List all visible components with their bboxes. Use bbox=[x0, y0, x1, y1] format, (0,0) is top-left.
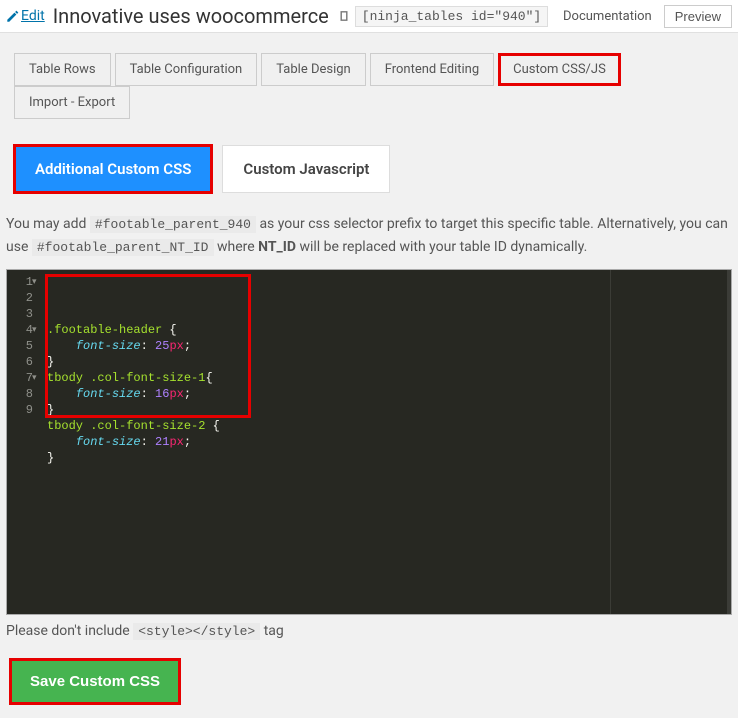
editor-ruler bbox=[610, 270, 611, 614]
documentation-link[interactable]: Documentation bbox=[563, 9, 652, 24]
editor-scrollbar[interactable] bbox=[727, 270, 731, 614]
pencil-icon bbox=[6, 10, 19, 23]
tab-custom-css-js[interactable]: Custom CSS/JS bbox=[498, 53, 621, 86]
tab-frontend-editing[interactable]: Frontend Editing bbox=[370, 53, 494, 86]
tab-table-configuration[interactable]: Table Configuration bbox=[115, 53, 258, 86]
css-editor[interactable]: 1▾234▾567▾89 .footable-header { font-siz… bbox=[6, 269, 732, 615]
save-button[interactable]: Save Custom CSS bbox=[10, 659, 180, 704]
tab-import-export[interactable]: Import - Export bbox=[14, 86, 130, 119]
tab-nav: Table Rows Table Configuration Table Des… bbox=[2, 53, 736, 119]
shortcode-text[interactable]: [ninja_tables id="940"] bbox=[355, 6, 548, 27]
tab-table-rows[interactable]: Table Rows bbox=[14, 53, 111, 86]
editor-code[interactable]: .footable-header { font-size: 25px;}tbod… bbox=[41, 270, 731, 614]
subtab-custom-css[interactable]: Additional Custom CSS bbox=[14, 145, 212, 193]
preview-button[interactable]: Preview bbox=[664, 5, 732, 28]
selector-code-1: #footable_parent_940 bbox=[90, 216, 256, 233]
copy-icon[interactable] bbox=[337, 9, 351, 23]
subtab-custom-js[interactable]: Custom Javascript bbox=[222, 145, 390, 193]
editor-gutter: 1▾234▾567▾89 bbox=[7, 270, 41, 614]
selector-code-2: #footable_parent_NT_ID bbox=[32, 239, 214, 256]
page-title: Innovative uses woocommerce bbox=[53, 4, 329, 28]
edit-link[interactable]: Edit bbox=[6, 8, 45, 24]
style-tag-code: <style></style> bbox=[133, 623, 260, 640]
note-text: Please don't include <style></style> tag bbox=[2, 615, 736, 653]
edit-link-label: Edit bbox=[21, 8, 45, 24]
description-text: You may add #footable_parent_940 as your… bbox=[2, 213, 736, 269]
tab-table-design[interactable]: Table Design bbox=[261, 53, 365, 86]
